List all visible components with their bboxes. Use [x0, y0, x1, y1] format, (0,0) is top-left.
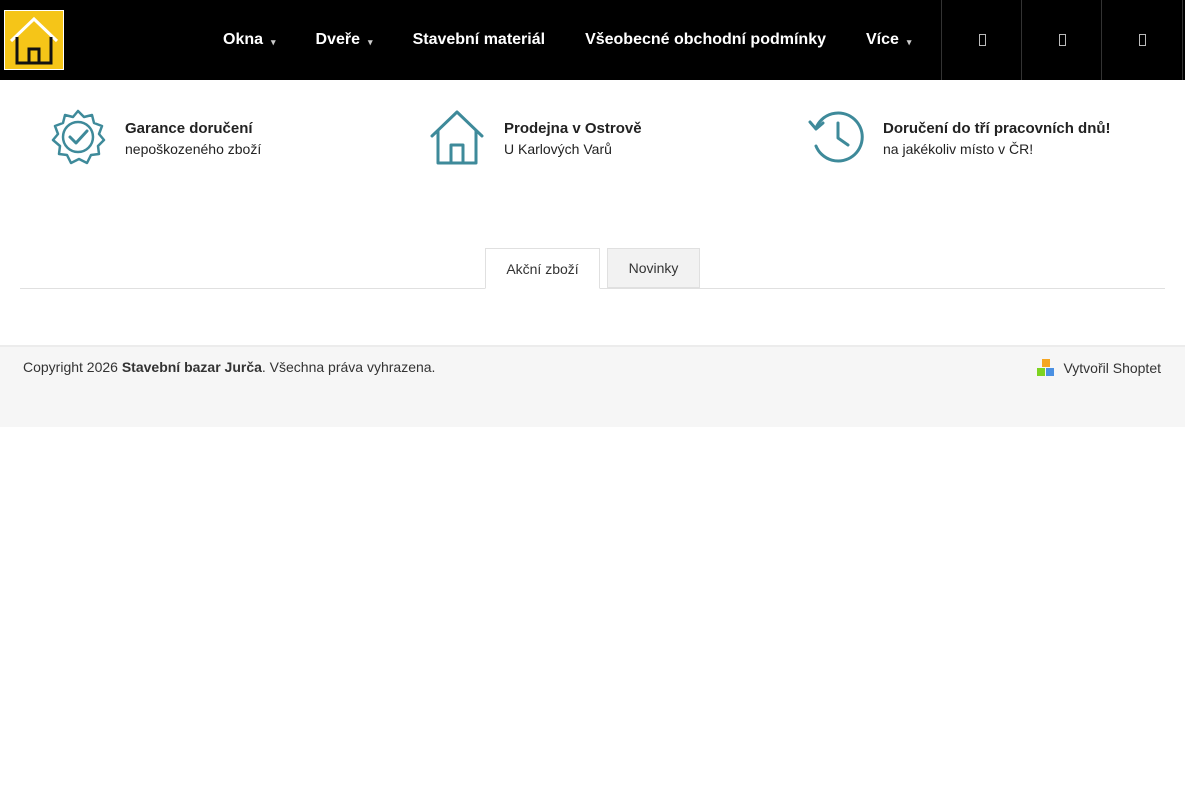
copyright: Copyright 2026 Stavební bazar Jurča. Vše…	[23, 359, 435, 375]
benefit-subtitle: U Karlových Varů	[504, 141, 612, 157]
search-button[interactable]	[941, 0, 1022, 80]
site-header: Okna ▾ Dveře ▾ Stavební materiál Všeobec…	[0, 0, 1185, 80]
nav-item-okna[interactable]: Okna ▾	[203, 0, 296, 80]
history-clock-icon	[808, 111, 864, 163]
nav-item-dvere[interactable]: Dveře ▾	[296, 0, 393, 80]
chevron-down-icon: ▾	[906, 36, 912, 47]
nav-item-vice[interactable]: Více ▾	[846, 0, 931, 80]
chevron-down-icon: ▾	[271, 36, 276, 47]
cart-icon	[1138, 34, 1146, 46]
copyright-prefix: Copyright 2026	[23, 359, 118, 375]
tab-label: Novinky	[628, 260, 679, 276]
nav-label: Stavební materiál	[412, 31, 546, 48]
nav-label: Více	[865, 31, 899, 48]
login-button[interactable]	[1021, 0, 1102, 80]
house-logo-icon	[9, 16, 59, 65]
site-footer: Copyright 2026 Stavební bazar Jurča. Vše…	[0, 347, 1185, 427]
company-name: Stavební bazar Jurča	[121, 359, 262, 375]
cart-button[interactable]	[1101, 0, 1183, 80]
main-nav: Okna ▾ Dveře ▾ Stavební materiál Všeobec…	[203, 0, 931, 80]
badge-check-icon	[51, 109, 106, 165]
tab-label: Akční zboží	[506, 260, 579, 277]
shoptet-logo-icon	[1037, 359, 1055, 377]
nav-item-obchodni-podminky[interactable]: Všeobecné obchodní podmínky	[565, 0, 846, 80]
shoptet-credit-label: Vytvořil Shoptet	[1063, 360, 1161, 376]
user-icon	[1058, 34, 1066, 46]
nav-label: Dveře	[315, 31, 361, 48]
home-icon	[430, 110, 484, 165]
benefit-title: Prodejna v Ostrově	[504, 120, 642, 137]
site-logo[interactable]	[4, 10, 64, 70]
tab-novinky[interactable]: Novinky	[607, 248, 700, 288]
benefit-subtitle: nepoškozeného zboží	[125, 141, 262, 157]
copyright-suffix: . Všechna práva vyhrazena.	[261, 359, 436, 375]
search-icon	[978, 34, 986, 46]
nav-label: Všeobecné obchodní podmínky	[585, 31, 826, 48]
benefit-title: Doručení do tří pracovních dnů!	[883, 120, 1111, 137]
benefit-title: Garance doručení	[125, 120, 253, 137]
nav-label: Okna	[223, 31, 264, 48]
nav-item-stavebni-material[interactable]: Stavební materiál	[393, 0, 566, 80]
shoptet-credit-link[interactable]: Vytvořil Shoptet	[1037, 359, 1161, 377]
chevron-down-icon: ▾	[368, 36, 373, 47]
benefit-subtitle: na jakékoliv místo v ČR!	[883, 141, 1034, 157]
tab-akcni-zbozi[interactable]: Akční zboží	[485, 248, 600, 289]
